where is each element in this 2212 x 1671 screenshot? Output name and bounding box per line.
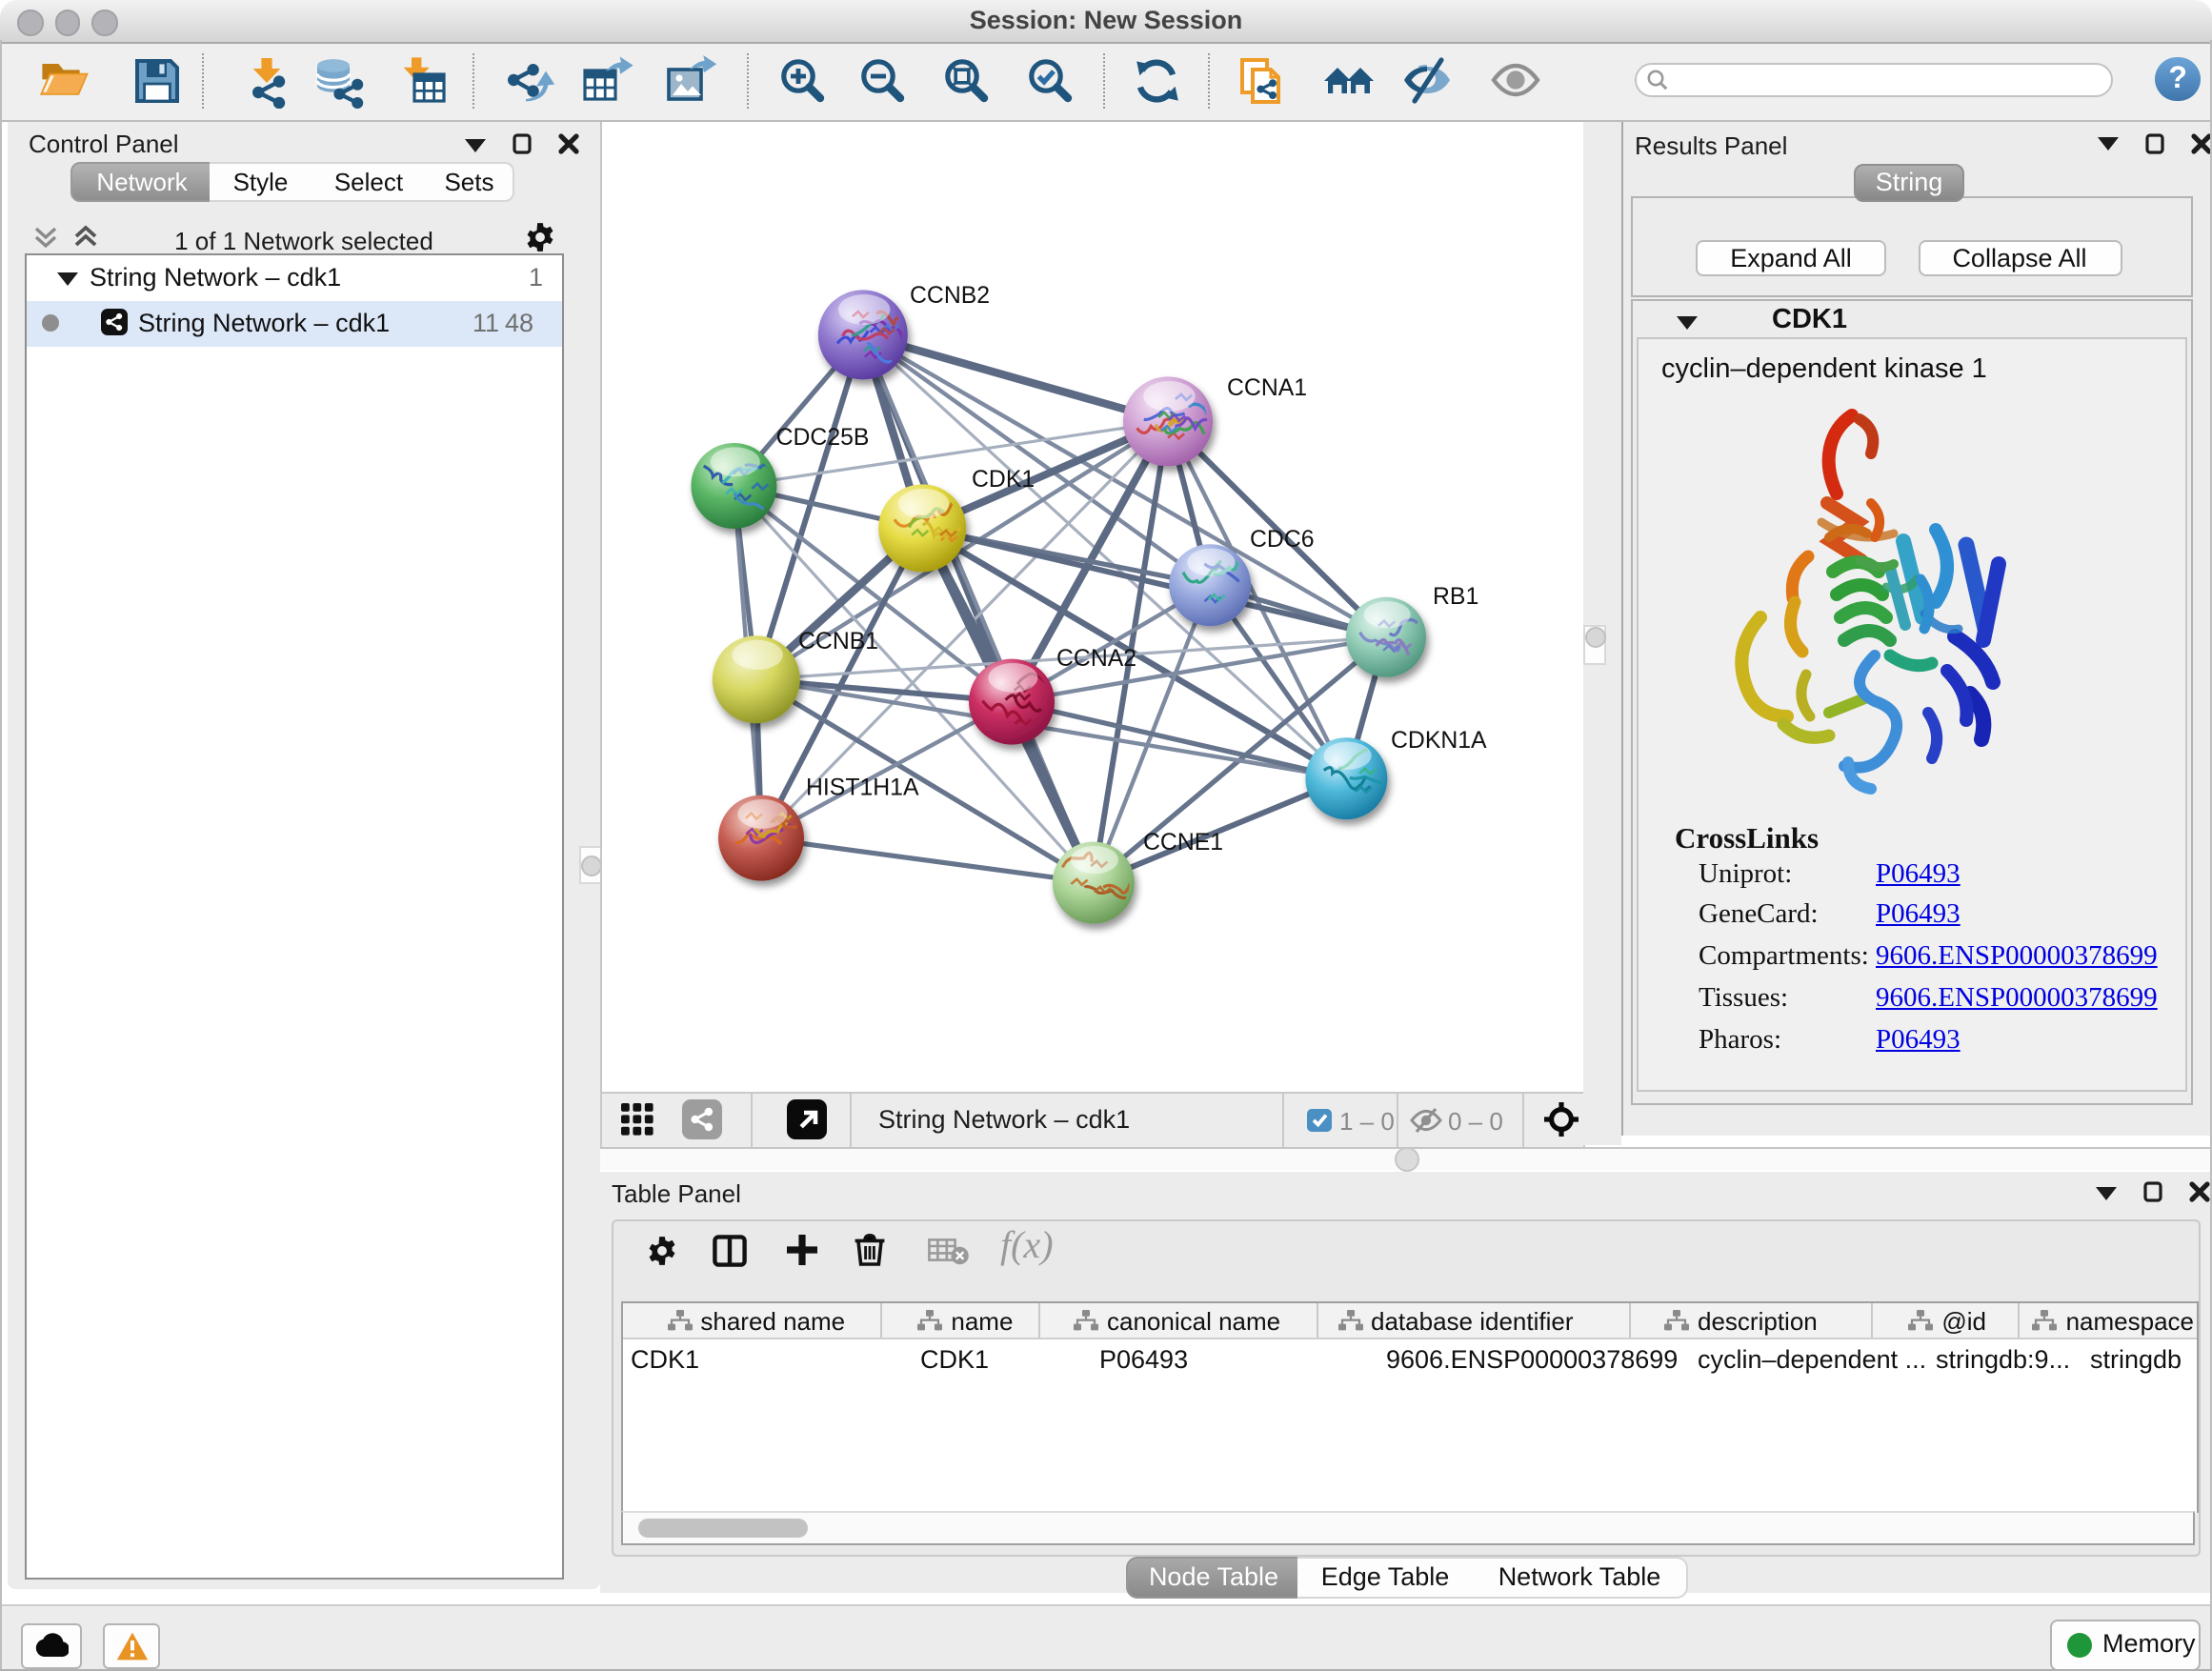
svg-text:CDK1: CDK1	[972, 466, 1035, 492]
svg-text:CDC25B: CDC25B	[776, 424, 870, 450]
svg-text:CCNB2: CCNB2	[910, 282, 990, 308]
svg-text:RB1: RB1	[1433, 583, 1478, 609]
svg-text:CCNB1: CCNB1	[798, 628, 878, 654]
svg-text:CDKN1A: CDKN1A	[1391, 727, 1487, 753]
svg-text:HIST1H1A: HIST1H1A	[806, 774, 919, 799]
svg-text:CDC6: CDC6	[1250, 526, 1315, 552]
svg-text:CCNA2: CCNA2	[1056, 645, 1136, 671]
svg-text:CCNE1: CCNE1	[1143, 829, 1223, 855]
svg-text:CCNA1: CCNA1	[1227, 374, 1307, 400]
